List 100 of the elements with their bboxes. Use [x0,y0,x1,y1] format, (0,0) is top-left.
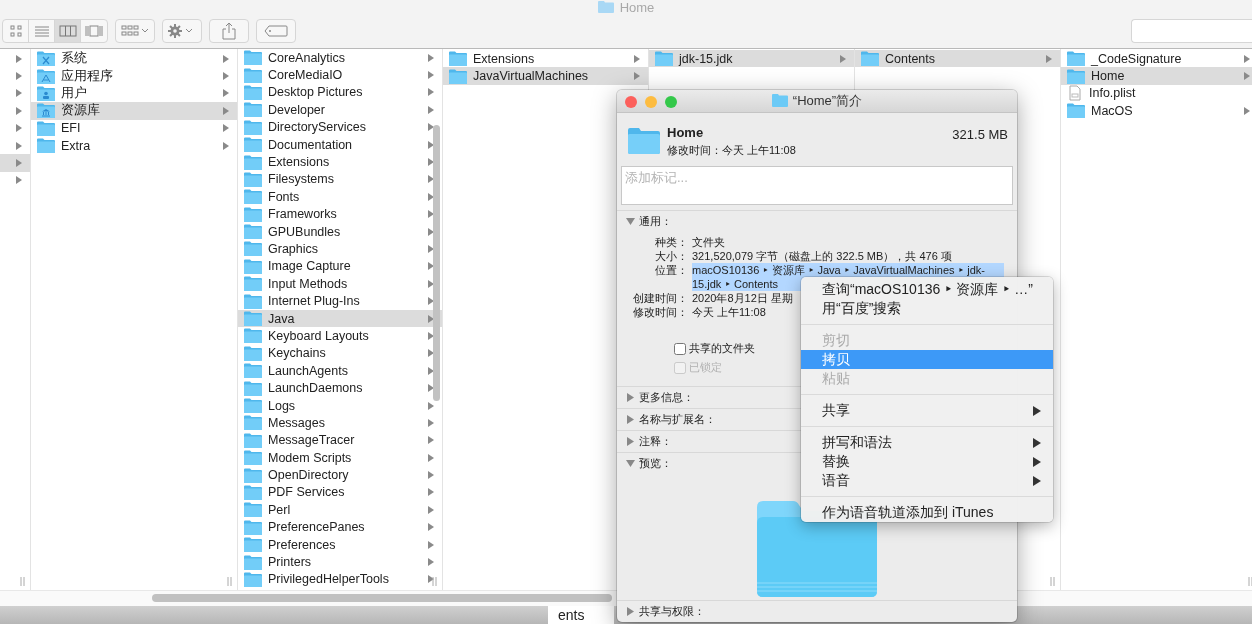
library-folder-icon [37,103,55,119]
file-row[interactable]: Input Methods [238,275,442,293]
file-row[interactable]: Frameworks [238,205,442,223]
gallery-icon [85,25,103,37]
window-title: Home [619,0,655,15]
file-row[interactable]: jdk-15.jdk [649,50,854,68]
file-name: MessageTracer [268,433,355,448]
file-row[interactable]: EFI [31,119,237,137]
menu-item[interactable]: 替换 [801,452,1053,471]
disclosure-triangle-icon[interactable] [626,217,635,226]
disclosure-triangle-icon[interactable] [626,415,635,424]
folder-icon [244,432,262,448]
folder-icon [244,380,262,396]
file-row[interactable]: Modem Scripts [238,449,442,467]
file-row[interactable]: Extensions [238,153,442,171]
share-icon [222,22,236,40]
columns-view-button[interactable] [55,20,81,42]
file-row[interactable]: Keyboard Layouts [238,327,442,345]
file-row[interactable]: 用户 [31,84,237,103]
menu-item[interactable]: 作为语音轨道添加到 iTunes [801,503,1053,522]
resize-handle-icon[interactable] [432,577,437,586]
file-row[interactable]: Desktop Pictures [238,83,442,102]
folder-icon [244,50,262,66]
file-row[interactable]: LaunchDaemons [238,379,442,397]
file-row[interactable]: Preferences [238,535,442,554]
file-row[interactable]: Documentation [238,135,442,154]
window-controls-icon[interactable] [625,96,677,108]
file-row[interactable]: Keychains [238,344,442,363]
section-title: 名称与扩展名： [639,412,716,427]
folder-icon [655,51,673,67]
resize-handle-icon[interactable] [20,577,25,586]
disclosure-triangle-icon[interactable] [626,393,635,402]
file-row[interactable]: Info.plist [1061,84,1252,103]
file-row[interactable]: Home [1061,67,1252,85]
folder-icon [244,571,262,587]
folder-icon [1067,103,1085,119]
file-row[interactable]: 资源库 [31,102,237,120]
file-row[interactable]: Logs [238,396,442,415]
file-row[interactable]: Printers [238,553,442,571]
file-name: Java [268,311,295,326]
file-row[interactable]: LaunchAgents [238,362,442,380]
file-row[interactable]: CoreMediaIO [238,66,442,84]
folder-icon [244,224,262,240]
file-row[interactable]: Developer [238,101,442,119]
tags-field[interactable]: 添加标记... [621,165,1013,205]
menu-item[interactable]: 共享 [801,401,1053,420]
file-row[interactable]: PreferencePanes [238,518,442,536]
file-row[interactable]: Contents [855,50,1060,68]
file-row[interactable]: OpenDirectory [238,466,442,484]
file-row[interactable]: Fonts [238,188,442,206]
file-name: Preferences [268,537,336,552]
resize-handle-icon[interactable] [227,577,232,586]
file-name: MacOS [1091,103,1133,118]
file-row[interactable]: Internet Plug-Ins [238,292,442,310]
checkbox-label: 共享的文件夹 [689,341,755,356]
file-row[interactable]: PrivilegedHelperTools [238,570,442,589]
file-row[interactable]: GPUBundles [238,222,442,241]
file-row[interactable]: 应用程序 [31,67,237,85]
submenu-arrow-icon [1033,456,1041,467]
settings-button[interactable] [162,19,202,43]
menu-item[interactable]: 语音 [801,471,1053,490]
share-button[interactable] [209,19,249,43]
file-row[interactable]: CoreAnalytics [238,49,442,67]
file-row[interactable]: JavaVirtualMachines [443,67,648,85]
file-row[interactable]: Image Capture [238,257,442,276]
arrange-button[interactable] [115,19,155,43]
tag-button[interactable] [256,19,296,43]
file-row[interactable]: Java [238,309,442,328]
file-row[interactable]: Extensions [443,50,648,68]
file-row[interactable]: PDF Services [238,483,442,502]
file-row[interactable]: MessageTracer [238,431,442,449]
column-row[interactable] [0,154,30,172]
folder-icon [244,363,262,379]
disclosure-triangle-icon[interactable] [626,459,635,468]
file-row[interactable]: Perl [238,501,442,519]
search-field[interactable] [1131,19,1252,43]
file-row[interactable]: Extra [31,136,237,155]
file-row[interactable]: DirectoryServices [238,118,442,136]
menu-item[interactable]: 用“百度”搜索 [801,299,1053,318]
applications-folder-icon [37,68,55,84]
folder-icon [449,51,467,67]
file-name: _CodeSignature [1091,51,1182,66]
section-title: 共享与权限： [639,604,705,619]
file-row[interactable]: MacOS [1061,102,1252,120]
folder-icon [244,554,262,570]
disclosure-triangle-icon[interactable] [626,607,635,616]
folder-icon [244,67,262,83]
file-row[interactable]: 系统 [31,50,237,68]
resize-handle-icon[interactable] [1248,577,1252,586]
checkbox[interactable] [674,342,686,355]
file-row[interactable]: Filesystems [238,170,442,189]
file-row[interactable]: Messages [238,414,442,432]
scrollbar[interactable] [433,125,440,401]
file-name: Input Methods [268,276,348,291]
disclosure-triangle-icon[interactable] [626,437,635,446]
scrollbar[interactable] [152,594,612,602]
file-row[interactable]: _CodeSignature [1061,50,1252,68]
resize-handle-icon[interactable] [1050,577,1055,586]
file-row[interactable]: Graphics [238,240,442,258]
menu-item[interactable]: 拼写和语法 [801,433,1053,452]
